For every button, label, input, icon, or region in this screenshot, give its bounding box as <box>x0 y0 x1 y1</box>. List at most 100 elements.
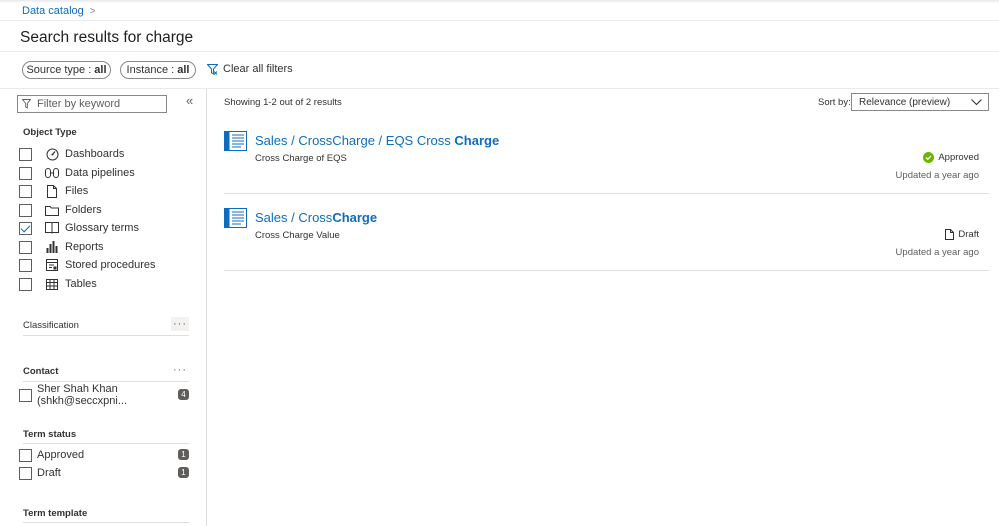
object-type-label: Data pipelines <box>65 167 135 179</box>
divider <box>224 193 989 194</box>
keyword-filter-placeholder: Filter by keyword <box>37 98 121 110</box>
result-title-text: Sales / CrossCharge / EQS Cross <box>255 133 455 148</box>
object-type-title: Object Type <box>23 127 77 138</box>
chevron-down-icon <box>971 99 982 106</box>
file-icon <box>44 184 60 198</box>
term-status-count-badge: 1 <box>178 467 189 478</box>
object-type-label: Glossary terms <box>65 222 139 234</box>
result-description: Cross Charge of EQS <box>255 153 347 164</box>
clear-all-filters-label: Clear all filters <box>223 63 293 75</box>
checkbox[interactable] <box>19 258 32 272</box>
object-type-label: Files <box>65 185 89 197</box>
result-title-link[interactable]: Sales / CrossCharge <box>255 210 377 225</box>
status-badge: Draft <box>945 229 979 240</box>
status-badge: Approved <box>923 152 979 163</box>
instance-label: Instance : <box>126 64 175 76</box>
sort-by-dropdown[interactable]: Relevance (preview) <box>851 93 989 111</box>
result-item[interactable]: Sales / CrossCharge / EQS Cross Charge C… <box>224 131 989 191</box>
object-type-dashboards[interactable]: Dashboards <box>19 147 124 161</box>
contact-title: Contact <box>23 366 59 377</box>
sort-by-label: Sort by: <box>818 97 851 108</box>
divider <box>0 20 999 21</box>
object-type-glossary-terms[interactable]: Glossary terms <box>19 221 139 235</box>
object-type-data-pipelines[interactable]: Data pipelines <box>19 166 135 180</box>
glossary-icon <box>44 221 60 235</box>
term-status-count-badge: 1 <box>178 449 189 460</box>
source-type-value: all <box>94 64 107 76</box>
clear-all-filters-button[interactable]: Clear all filters <box>207 63 293 75</box>
checkbox[interactable] <box>19 466 32 480</box>
object-type-files[interactable]: Files <box>19 184 88 198</box>
top-shadow <box>0 0 999 3</box>
object-type-label: Reports <box>65 241 104 253</box>
object-type-tables[interactable]: Tables <box>19 277 97 291</box>
glossary-term-icon <box>224 131 247 154</box>
divider <box>224 270 989 271</box>
checkbox[interactable] <box>19 166 32 180</box>
object-type-label: Folders <box>65 204 102 216</box>
object-type-folders[interactable]: Folders <box>19 203 102 217</box>
divider <box>0 51 999 52</box>
breadcrumb: Data catalog > <box>22 4 96 18</box>
approved-check-icon <box>923 152 935 163</box>
checkbox-checked[interactable] <box>19 221 32 235</box>
classification-title: Classification <box>23 320 79 331</box>
status-label: Approved <box>938 152 979 163</box>
updated-timestamp: Updated a year ago <box>895 247 979 258</box>
draft-document-icon <box>945 229 955 240</box>
classification-more-icon[interactable]: ··· <box>171 317 189 331</box>
checkbox[interactable] <box>19 448 32 462</box>
contact-count-badge: 4 <box>178 389 189 400</box>
results-summary: Showing 1-2 out of 2 results <box>224 97 342 108</box>
bar-chart-icon <box>44 240 60 254</box>
glossary-term-icon <box>224 208 247 231</box>
stored-procedure-icon <box>44 258 60 272</box>
keyword-filter-input[interactable]: Filter by keyword <box>17 95 167 113</box>
sort-by-value: Relevance (preview) <box>859 96 951 108</box>
checkbox[interactable] <box>19 277 32 291</box>
result-title-highlight: Charge <box>454 133 500 148</box>
result-title-link[interactable]: Sales / CrossCharge / EQS Cross Charge <box>255 133 499 148</box>
filter-sidebar: Filter by keyword « Object Type Dashboar… <box>0 89 207 526</box>
status-label: Draft <box>958 229 979 240</box>
term-status-draft[interactable]: Draft <box>19 466 61 480</box>
breadcrumb-chevron-icon: > <box>89 5 96 17</box>
term-status-approved[interactable]: Approved <box>19 448 84 462</box>
term-status-label: Draft <box>37 467 61 479</box>
page-title: Search results for charge <box>20 29 194 46</box>
source-type-label: Source type : <box>26 64 92 76</box>
contact-more-icon[interactable]: ··· <box>171 363 189 377</box>
checkbox[interactable] <box>19 388 32 402</box>
result-item[interactable]: Sales / CrossCharge Cross Charge Value D… <box>224 208 989 268</box>
breadcrumb-data-catalog[interactable]: Data catalog <box>22 5 84 17</box>
checkbox[interactable] <box>19 184 32 198</box>
result-title-highlight: Charge <box>332 210 378 225</box>
divider <box>23 522 189 523</box>
object-type-stored-procedures[interactable]: Stored procedures <box>19 258 156 272</box>
source-type-filter[interactable]: Source type : all <box>22 61 111 79</box>
result-title-text: Sales / Cross <box>255 210 333 225</box>
instance-filter[interactable]: Instance : all <box>120 61 196 79</box>
dashboard-icon <box>44 147 60 161</box>
divider <box>23 443 189 444</box>
object-type-label: Dashboards <box>65 148 125 160</box>
table-icon <box>44 277 60 291</box>
filter-icon <box>22 99 31 109</box>
divider <box>23 335 189 336</box>
clear-filter-icon <box>207 63 218 75</box>
collapse-sidebar-icon[interactable]: « <box>186 93 193 108</box>
instance-value: all <box>177 64 190 76</box>
folder-icon <box>44 203 60 217</box>
object-type-label: Tables <box>65 278 97 290</box>
checkbox[interactable] <box>19 203 32 217</box>
checkbox[interactable] <box>19 147 32 161</box>
term-template-title: Term template <box>23 508 88 519</box>
updated-timestamp: Updated a year ago <box>895 170 979 181</box>
divider <box>23 381 189 382</box>
pipeline-icon <box>44 166 60 180</box>
result-description: Cross Charge Value <box>255 230 340 241</box>
checkbox[interactable] <box>19 240 32 254</box>
object-type-reports[interactable]: Reports <box>19 240 104 254</box>
term-status-label: Approved <box>37 449 85 461</box>
object-type-label: Stored procedures <box>65 259 156 271</box>
